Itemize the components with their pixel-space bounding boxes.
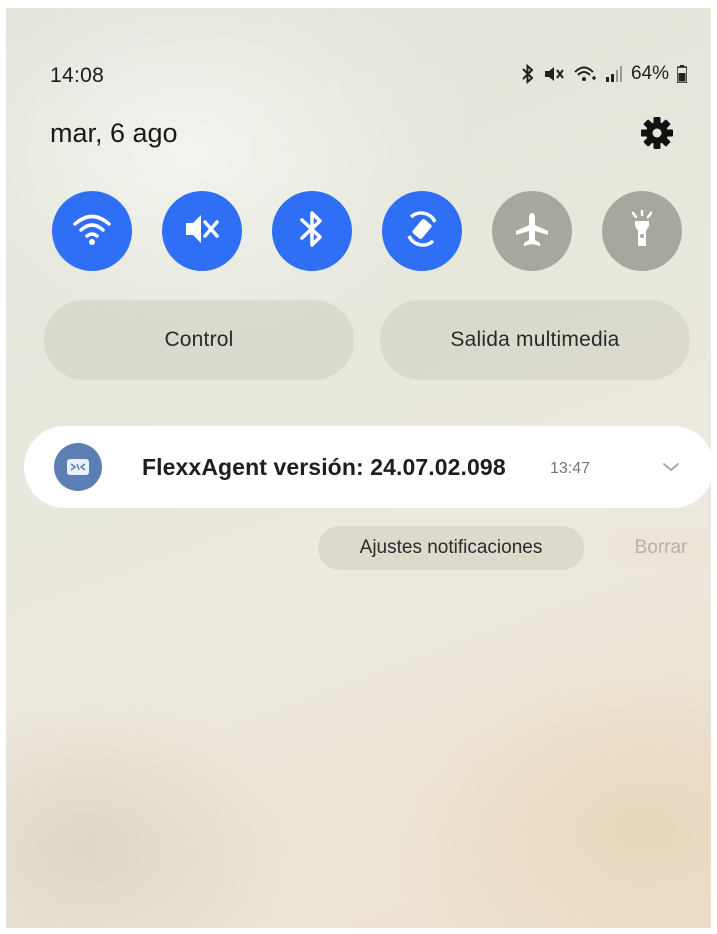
wifi-toggle[interactable] (52, 191, 132, 271)
flashlight-icon (627, 209, 657, 254)
status-bar (6, 8, 711, 68)
signal-icon (605, 65, 623, 83)
gear-icon[interactable] (640, 116, 674, 150)
media-output-button[interactable]: Salida multimedia (380, 300, 690, 380)
clear-button[interactable]: Borrar (606, 526, 711, 570)
battery-icon (677, 65, 687, 83)
notification-time: 13:47 (550, 460, 591, 477)
mute-icon (543, 65, 565, 83)
notification-panel: 14:08 64% mar, 6 ago Control Salida mult… (6, 8, 711, 928)
flexxagent-app-icon (54, 443, 102, 491)
sound-toggle[interactable] (162, 191, 242, 271)
quick-toggles (52, 191, 682, 271)
control-button[interactable]: Control (44, 300, 354, 380)
notification-settings-button[interactable]: Ajustes notificaciones (318, 526, 584, 570)
mute-icon (183, 212, 221, 251)
wifi-icon (72, 211, 112, 252)
airplane-mode-toggle[interactable] (492, 191, 572, 271)
notification-card[interactable]: FlexxAgent versión: 24.07.02.098 13:47 (24, 426, 711, 508)
notification-title: FlexxAgent versión: 24.07.02.098 (142, 454, 506, 480)
airplane-icon (512, 209, 552, 254)
auto-rotate-toggle[interactable] (382, 191, 462, 271)
bluetooth-icon (298, 210, 326, 253)
status-icons: 64% (521, 63, 687, 85)
status-time: 14:08 (50, 64, 105, 87)
rotate-icon (401, 208, 443, 255)
date-label: mar, 6 ago (50, 118, 178, 148)
wifi-plus-icon (573, 64, 597, 84)
battery-percentage: 64% (630, 63, 669, 84)
bluetooth-icon (521, 64, 535, 84)
bluetooth-toggle[interactable] (272, 191, 352, 271)
chevron-down-icon[interactable] (660, 456, 682, 478)
flashlight-toggle[interactable] (602, 191, 682, 271)
